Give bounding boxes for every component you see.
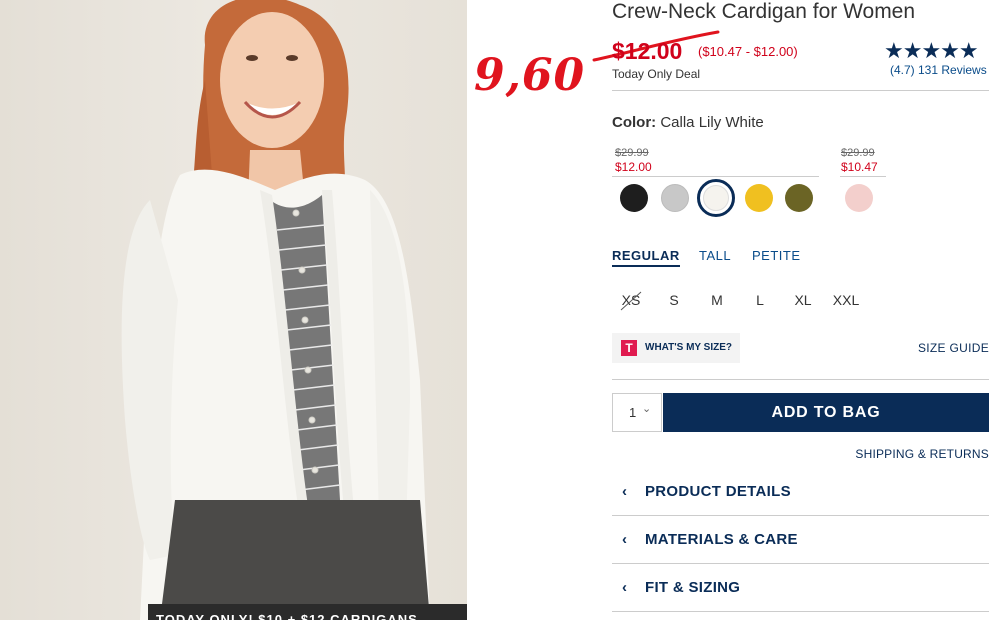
deal-label: Today Only Deal [612,67,701,81]
swatch-calla-lily-white[interactable] [697,179,735,217]
product-title: Crew-Neck Cardigan for Women [612,0,916,23]
whats-my-size-label: WHAT'S MY SIZE? [645,342,733,353]
original-price: $29.99 [841,147,875,159]
sale-price: $12.00 [612,38,683,64]
handwritten-price-annotation: 9,60 [474,50,586,101]
divider [612,176,819,177]
swatch-price-group: $29.99 $12.00 [615,146,652,174]
swatch-sale-price: $12.00 [615,160,652,174]
rating-stars-icon[interactable]: ★★★★★ [884,40,979,62]
size-l[interactable]: L [745,292,775,308]
tab-regular[interactable]: REGULAR [612,248,680,267]
quantity-value: 1 [629,405,637,420]
color-label: Color: [612,114,657,131]
true-fit-logo-icon: T [621,340,637,356]
swatch-yellow[interactable] [745,184,773,212]
tab-petite[interactable]: PETITE [752,248,801,263]
swatch-heather-gray[interactable] [661,184,689,212]
size-s[interactable]: S [659,292,689,308]
model-illustration [121,0,430,620]
product-image[interactable]: TODAY ONLY! $10 + $12 CARDIGANS [0,0,467,620]
size-xxl[interactable]: XXL [831,292,861,308]
color-label-row: Color: Calla Lily White [612,114,764,131]
swatch-olive[interactable] [785,184,813,212]
divider [840,176,886,177]
accordion-materials-care[interactable]: ‹ MATERIALS & CARE [612,516,989,564]
original-price: $29.99 [615,147,649,159]
chevron-left-icon: ‹ [622,483,627,500]
divider [612,379,989,380]
size-m[interactable]: M [702,292,732,308]
chevron-left-icon: ‹ [622,579,627,596]
swatch-light-pink[interactable] [845,184,873,212]
accordion-label: FIT & SIZING [645,579,741,596]
quantity-select[interactable]: 1 ⌄ [612,393,662,432]
add-to-bag-button[interactable]: ADD TO BAG [663,393,989,432]
chevron-down-icon: ⌄ [642,403,652,415]
accordion-label: MATERIALS & CARE [645,531,798,548]
tab-tall[interactable]: TALL [699,248,731,263]
swatch-calla-lily-white-inner [703,185,729,211]
unavailable-slash-icon [620,291,642,311]
accordion-product-details[interactable]: ‹ PRODUCT DETAILS [612,468,989,516]
chevron-left-icon: ‹ [622,531,627,548]
color-value: Calla Lily White [660,114,764,131]
price-range: ($10.47 - $12.00) [698,44,798,59]
accordion-label: PRODUCT DETAILS [645,483,791,500]
divider [612,90,989,91]
swatch-black[interactable] [620,184,648,212]
whats-my-size-button[interactable]: T WHAT'S MY SIZE? [612,333,740,363]
swatch-sale-price: $10.47 [841,160,878,174]
size-guide-link[interactable]: SIZE GUIDE [918,341,989,355]
reviews-link[interactable]: (4.7) 131 Reviews [890,63,987,77]
accordion-fit-sizing[interactable]: ‹ FIT & SIZING [612,564,989,612]
swatch-price-group: $29.99 $10.47 [841,146,878,174]
size-xl[interactable]: XL [788,292,818,308]
shipping-returns-link[interactable]: SHIPPING & RETURNS [855,447,989,461]
promo-banner: TODAY ONLY! $10 + $12 CARDIGANS [148,604,467,620]
